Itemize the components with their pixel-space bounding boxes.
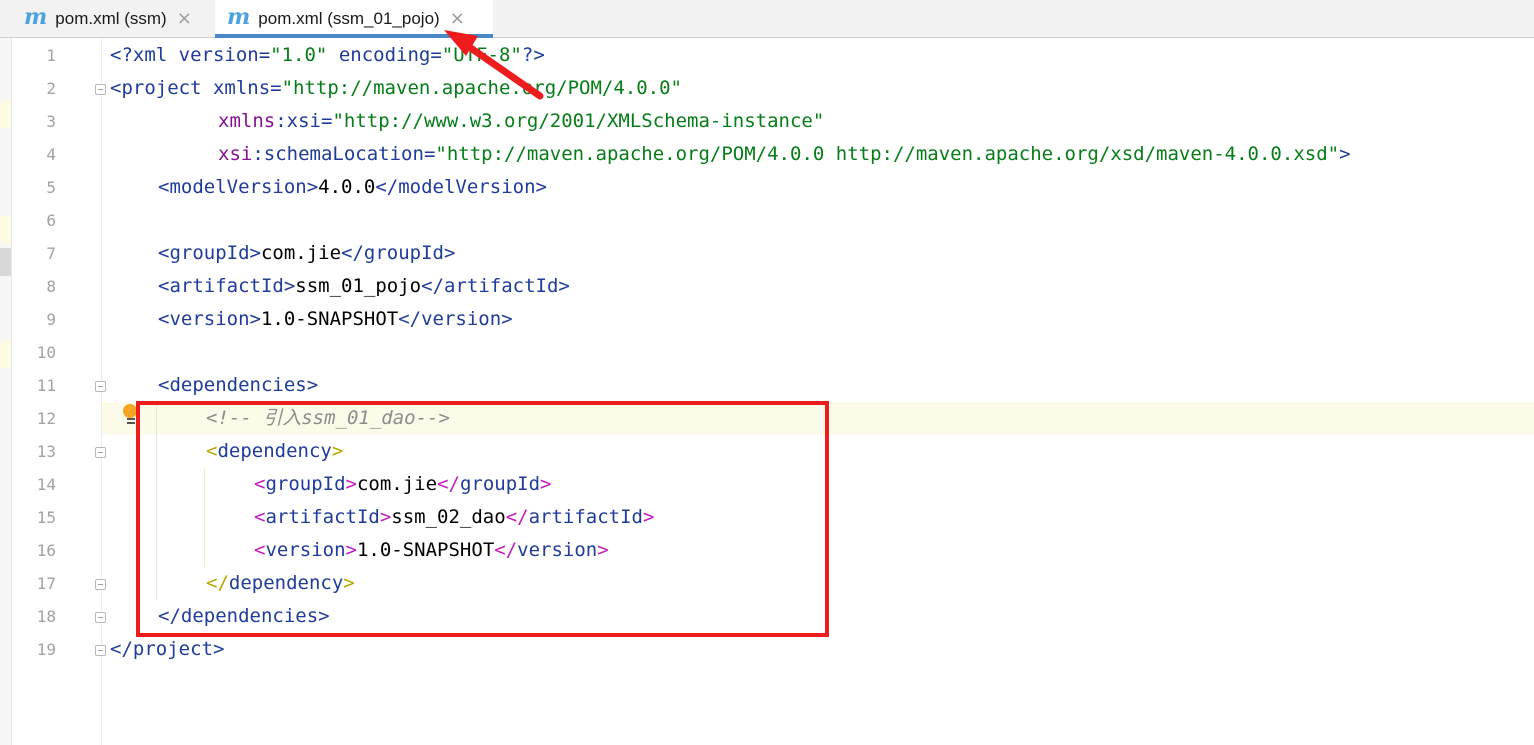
equals: = bbox=[258, 44, 271, 66]
line-number: 7 bbox=[46, 244, 56, 263]
line-number: 16 bbox=[36, 541, 56, 560]
lightbulb-base bbox=[127, 418, 135, 424]
fold-toggle-icon[interactable] bbox=[95, 447, 106, 458]
namespace-prefix: xsi bbox=[218, 143, 253, 165]
equals: = bbox=[320, 110, 333, 132]
code-line-9: <version>1.0-SNAPSHOT</version> bbox=[158, 303, 513, 336]
tag-close: </modelVersion> bbox=[375, 176, 547, 198]
equals: = bbox=[423, 143, 436, 165]
attribute-name: encoding bbox=[338, 44, 431, 66]
change-marker bbox=[0, 340, 11, 368]
attribute-name: xsi bbox=[286, 110, 321, 132]
change-marker bbox=[0, 100, 11, 128]
line-number: 15 bbox=[36, 508, 56, 527]
tag-text: 4.0.0 bbox=[318, 176, 376, 198]
close-icon[interactable]: × bbox=[450, 8, 465, 29]
line-number: 3 bbox=[46, 112, 56, 131]
line-number: 5 bbox=[46, 178, 56, 197]
close-icon[interactable]: × bbox=[177, 8, 192, 29]
xml-declaration-open: <?xml bbox=[110, 44, 179, 66]
attribute-name: xmlns bbox=[212, 77, 271, 99]
fold-toggle-icon[interactable] bbox=[95, 84, 106, 95]
code-line-11: <dependencies> bbox=[158, 369, 318, 402]
code-line-7: <groupId>com.jie</groupId> bbox=[158, 237, 455, 270]
editor-tab-bar: m pom.xml (ssm) × m pom.xml (ssm_01_pojo… bbox=[0, 0, 1534, 38]
line-number-gutter: 1 2 3 4 5 6 7 8 9 10 11 12 13 14 15 16 1… bbox=[12, 38, 102, 745]
attribute-value: "1.0" bbox=[270, 44, 328, 66]
attribute-name: schemaLocation bbox=[263, 143, 424, 165]
maven-m-icon: m bbox=[24, 4, 48, 30]
code-line-2: <project xmlns="http://maven.apache.org/… bbox=[110, 72, 682, 105]
equals: = bbox=[270, 77, 282, 99]
tag-close: </artifactId> bbox=[421, 275, 570, 297]
tag-open: <modelVersion> bbox=[158, 176, 319, 198]
line-number: 12 bbox=[36, 409, 56, 428]
tag-close: </version> bbox=[398, 308, 513, 330]
line-number: 4 bbox=[46, 145, 56, 164]
attribute-name: version bbox=[178, 44, 259, 66]
line-number: 8 bbox=[46, 277, 56, 296]
active-tab-indicator bbox=[215, 34, 493, 38]
equals: = bbox=[430, 44, 442, 66]
attribute-value: "http://maven.apache.org/POM/4.0.0" bbox=[281, 77, 682, 99]
code-line-8: <artifactId>ssm_01_pojo</artifactId> bbox=[158, 270, 570, 303]
attribute-value: "http://www.w3.org/2001/XMLSchema-instan… bbox=[332, 110, 825, 132]
annotation-highlight-box bbox=[136, 401, 829, 637]
tag-close: > bbox=[1339, 143, 1351, 165]
tab-pom-ssm[interactable]: m pom.xml (ssm) × bbox=[24, 0, 192, 37]
line-number: 18 bbox=[36, 607, 56, 626]
lightbulb-icon[interactable] bbox=[123, 404, 137, 418]
tag-text: ssm_01_pojo bbox=[295, 275, 422, 297]
line-number: 19 bbox=[36, 640, 56, 659]
fold-toggle-icon[interactable] bbox=[95, 645, 106, 656]
editor-left-edge bbox=[0, 38, 12, 745]
tab-label: pom.xml (ssm) bbox=[55, 8, 167, 28]
namespace-prefix: xmlns bbox=[218, 110, 276, 132]
xml-declaration-close: ?> bbox=[521, 44, 545, 66]
maven-m-icon: m bbox=[227, 4, 251, 30]
tab-label: pom.xml (ssm_01_pojo) bbox=[258, 8, 440, 28]
tag-text: com.jie bbox=[260, 242, 342, 264]
change-marker bbox=[0, 248, 11, 276]
line-number: 17 bbox=[36, 574, 56, 593]
tag-close: </project> bbox=[110, 638, 225, 660]
tag-open: <dependencies> bbox=[158, 374, 319, 396]
line-number: 2 bbox=[46, 79, 56, 98]
fold-toggle-icon[interactable] bbox=[95, 381, 106, 392]
change-marker bbox=[0, 216, 11, 244]
code-line-19: </project> bbox=[110, 633, 224, 666]
code-line-5: <modelVersion>4.0.0</modelVersion> bbox=[158, 171, 547, 204]
tag-open: <version> bbox=[158, 308, 261, 330]
line-number: 10 bbox=[36, 343, 56, 362]
tag-open: <artifactId> bbox=[158, 275, 296, 297]
line-number: 9 bbox=[46, 310, 56, 329]
line-number: 1 bbox=[46, 46, 56, 65]
code-line-3: xmlns:xsi="http://www.w3.org/2001/XMLSch… bbox=[218, 105, 824, 138]
colon: : bbox=[275, 110, 287, 132]
tag-text: 1.0-SNAPSHOT bbox=[260, 308, 399, 330]
tag-open: <project bbox=[110, 77, 213, 99]
fold-toggle-icon[interactable] bbox=[95, 612, 106, 623]
line-number: 14 bbox=[36, 475, 56, 494]
code-line-1: <?xml version="1.0" encoding="UTF-8"?> bbox=[110, 39, 545, 72]
line-number: 13 bbox=[36, 442, 56, 461]
line-number: 6 bbox=[46, 211, 56, 230]
attribute-value: "UTF-8" bbox=[441, 44, 522, 66]
tag-open: <groupId> bbox=[158, 242, 261, 264]
tag-close: </groupId> bbox=[341, 242, 456, 264]
colon: : bbox=[252, 143, 264, 165]
line-number: 11 bbox=[36, 376, 56, 395]
tab-pom-ssm-01-pojo[interactable]: m pom.xml (ssm_01_pojo) × bbox=[215, 0, 493, 38]
code-line-4: xsi:schemaLocation="http://maven.apache.… bbox=[218, 138, 1351, 171]
fold-toggle-icon[interactable] bbox=[95, 579, 106, 590]
attribute-value: "http://maven.apache.org/POM/4.0.0 http:… bbox=[435, 143, 1340, 165]
